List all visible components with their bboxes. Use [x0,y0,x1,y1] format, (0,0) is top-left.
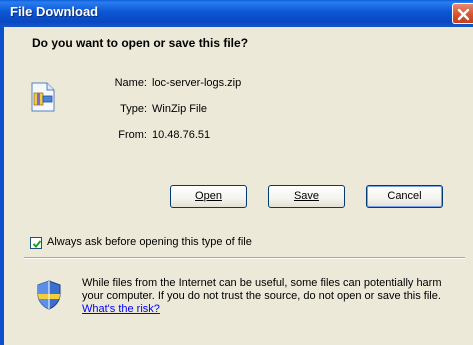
dialog-question: Do you want to open or save this file? [32,36,249,50]
close-button[interactable] [452,3,473,24]
file-type-label: Type: [120,103,147,115]
save-button[interactable]: Save [268,185,345,208]
file-name-value: loc-server-logs.zip [152,77,242,89]
open-button[interactable]: Open [170,185,247,208]
security-shield-icon [36,280,62,313]
close-icon [457,8,470,21]
cancel-button-label: Cancel [387,190,422,202]
file-from-label: From: [118,129,147,141]
save-button-label: Save [293,190,320,202]
always-ask-label[interactable]: Always ask before opening this type of f… [47,236,252,248]
file-type-value: WinZip File [152,103,208,115]
separator [24,257,465,259]
title-bar[interactable]: File Download [0,0,473,27]
file-name-label: Name: [114,77,147,89]
winzip-file-icon [31,82,55,115]
always-ask-checkbox[interactable] [30,237,42,249]
checkmark-icon [32,240,42,248]
whats-the-risk-link[interactable]: What's the risk? [82,303,160,315]
security-warning: While files from the Internet can be use… [82,277,462,316]
window-title: File Download [10,4,99,19]
file-from-value: 10.48.76.51 [152,129,211,141]
open-button-label: Open [195,190,222,202]
cancel-button[interactable]: Cancel [366,185,443,208]
warning-text: While files from the Internet can be use… [82,277,442,302]
